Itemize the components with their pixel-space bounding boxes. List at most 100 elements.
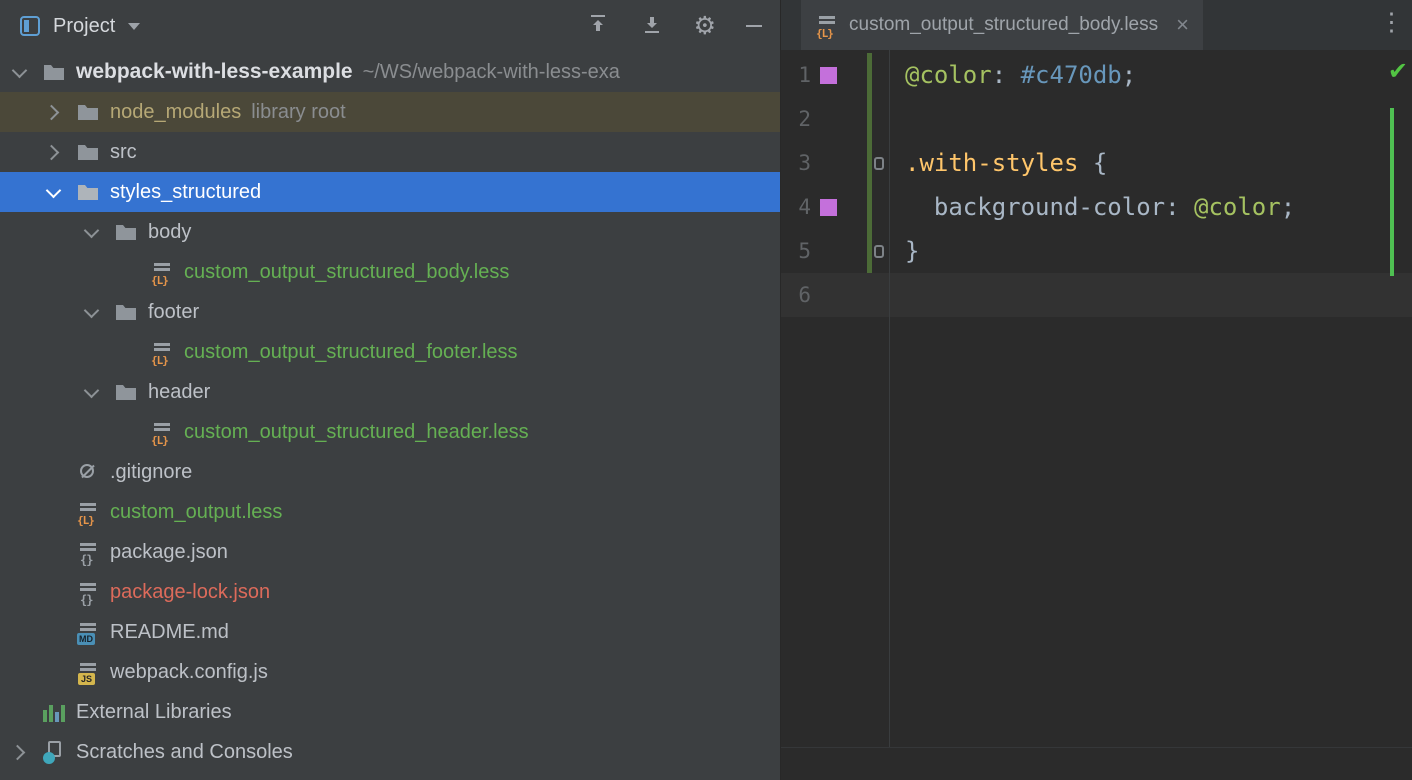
less-file-icon: {L} xyxy=(150,260,174,284)
tree-item-external-libraries[interactable]: External Libraries xyxy=(0,692,780,732)
code-token: @color xyxy=(905,61,992,89)
line-number: 3 xyxy=(781,151,811,175)
close-tab-icon[interactable]: × xyxy=(1176,14,1189,36)
chevron-down-icon[interactable] xyxy=(78,292,104,332)
tree-item-label: .gitignore xyxy=(110,461,192,484)
collapse-all-icon[interactable] xyxy=(586,12,610,41)
tree-item-webpack-config-js[interactable]: JS webpack.config.js xyxy=(0,652,780,692)
expand-all-icon[interactable] xyxy=(640,12,664,41)
folder-icon xyxy=(76,140,100,164)
chevron-down-icon[interactable] xyxy=(128,23,140,30)
indent-spacer xyxy=(40,452,66,492)
less-file-icon: {L} xyxy=(150,420,174,444)
project-tree: webpack-with-less-example ~/WS/webpack-w… xyxy=(0,52,780,772)
vcs-added-lines-marker[interactable] xyxy=(867,53,872,273)
tree-item-custom-output-structured-header-less[interactable]: {L} custom_output_structured_header.less xyxy=(0,412,780,452)
indent-spacer xyxy=(40,492,66,532)
less-file-icon: {L} xyxy=(150,340,174,364)
code-token: { xyxy=(1078,149,1107,177)
gitignore-file-icon xyxy=(76,460,100,484)
tree-item-label: package.json xyxy=(110,541,228,564)
libraries-icon xyxy=(42,700,66,724)
tree-item-readme-md[interactable]: MD README.md xyxy=(0,612,780,652)
folder-icon xyxy=(114,300,138,324)
color-preview-swatch[interactable] xyxy=(820,67,837,84)
tree-item-path: ~/WS/webpack-with-less-exa xyxy=(363,61,620,84)
hide-panel-icon[interactable] xyxy=(746,25,762,27)
chevron-down-icon[interactable] xyxy=(78,212,104,252)
tree-item-header[interactable]: header xyxy=(0,372,780,412)
json-file-icon: {} xyxy=(76,540,100,564)
chevron-right-icon[interactable] xyxy=(6,732,32,772)
less-file-icon: {L} xyxy=(815,13,839,37)
tree-item-footer[interactable]: footer xyxy=(0,292,780,332)
tree-item-gitignore[interactable]: .gitignore xyxy=(0,452,780,492)
tree-item-src[interactable]: src xyxy=(0,132,780,172)
project-tool-icon xyxy=(20,16,40,36)
tree-item-label: package-lock.json xyxy=(110,581,270,604)
inspections-ok-icon[interactable]: ✔ xyxy=(1388,60,1408,84)
tree-item-project-root[interactable]: webpack-with-less-example ~/WS/webpack-w… xyxy=(0,52,780,92)
code-line[interactable]: 1 @color: #c470db; xyxy=(781,53,1412,97)
ide-window: Project ⚙ webpack-with-less-example ~/WS… xyxy=(0,0,1412,780)
code-line[interactable]: 4 background-color: @color; xyxy=(781,185,1412,229)
code-token: @color xyxy=(1194,193,1281,221)
project-panel-toolbar: ⚙ xyxy=(586,12,766,41)
line-number: 5 xyxy=(781,239,811,263)
tree-item-body[interactable]: body xyxy=(0,212,780,252)
tree-item-scratches-and-consoles[interactable]: Scratches and Consoles xyxy=(0,732,780,772)
tree-item-label: custom_output_structured_body.less xyxy=(184,261,509,284)
color-preview-swatch[interactable] xyxy=(820,199,837,216)
chevron-right-icon[interactable] xyxy=(40,132,66,172)
project-panel-header: Project ⚙ xyxy=(0,0,780,52)
tree-item-label: custom_output_structured_footer.less xyxy=(184,341,518,364)
tree-item-node-modules[interactable]: node_modules library root xyxy=(0,92,780,132)
tree-item-label: node_modules xyxy=(110,101,241,124)
line-number: 2 xyxy=(781,107,811,131)
code-line[interactable]: 5 } xyxy=(781,229,1412,273)
code-line[interactable]: 6 xyxy=(781,273,1412,317)
folder-icon xyxy=(76,180,100,204)
json-file-icon: {} xyxy=(76,580,100,604)
fold-region-end-icon[interactable] xyxy=(874,245,884,258)
folder-icon xyxy=(76,100,100,124)
scrollbar-change-marker[interactable] xyxy=(1390,108,1394,276)
code-token: ; xyxy=(1281,193,1295,221)
chevron-down-icon[interactable] xyxy=(6,52,32,92)
chevron-right-icon[interactable] xyxy=(40,92,66,132)
code-token: } xyxy=(905,237,919,265)
markdown-file-icon: MD xyxy=(76,620,100,644)
tree-item-package-json[interactable]: {} package.json xyxy=(0,532,780,572)
tree-item-custom-output-less[interactable]: {L} custom_output.less xyxy=(0,492,780,532)
code-line[interactable]: 2 xyxy=(781,97,1412,141)
gutter-separator xyxy=(889,50,890,747)
settings-gear-icon[interactable]: ⚙ xyxy=(694,14,716,39)
tree-item-label: styles_structured xyxy=(110,181,261,204)
tree-item-label: README.md xyxy=(110,621,229,644)
code-token: background-color xyxy=(905,193,1165,221)
code-line[interactable]: 3 .with-styles { xyxy=(781,141,1412,185)
tree-item-label: webpack-with-less-example xyxy=(76,60,353,84)
indent-spacer xyxy=(6,692,32,732)
line-number: 1 xyxy=(781,63,811,87)
code-editor[interactable]: 1 @color: #c470db; 2 3 .with-styles { xyxy=(780,50,1412,780)
tree-item-custom-output-structured-footer-less[interactable]: {L} custom_output_structured_footer.less xyxy=(0,332,780,372)
tree-item-styles-structured[interactable]: styles_structured xyxy=(0,172,780,212)
more-options-icon[interactable]: ⋮ xyxy=(1379,10,1404,35)
tree-item-custom-output-structured-body-less[interactable]: {L} custom_output_structured_body.less xyxy=(0,252,780,292)
tree-item-label: custom_output.less xyxy=(110,501,282,524)
tree-item-label: webpack.config.js xyxy=(110,661,268,684)
chevron-down-icon[interactable] xyxy=(40,172,66,212)
folder-icon xyxy=(42,60,66,84)
less-file-icon: {L} xyxy=(76,500,100,524)
tree-item-label: External Libraries xyxy=(76,701,232,724)
tree-item-label: footer xyxy=(148,301,199,324)
code-token: : xyxy=(992,61,1021,89)
chevron-down-icon[interactable] xyxy=(78,372,104,412)
fold-region-start-icon[interactable] xyxy=(874,157,884,170)
tab-title: custom_output_structured_body.less xyxy=(849,14,1158,36)
indent-spacer xyxy=(114,252,140,292)
tree-item-package-lock-json[interactable]: {} package-lock.json xyxy=(0,572,780,612)
editor-bottom-separator xyxy=(781,747,1412,748)
editor-tab-active[interactable]: {L} custom_output_structured_body.less × xyxy=(801,0,1203,50)
